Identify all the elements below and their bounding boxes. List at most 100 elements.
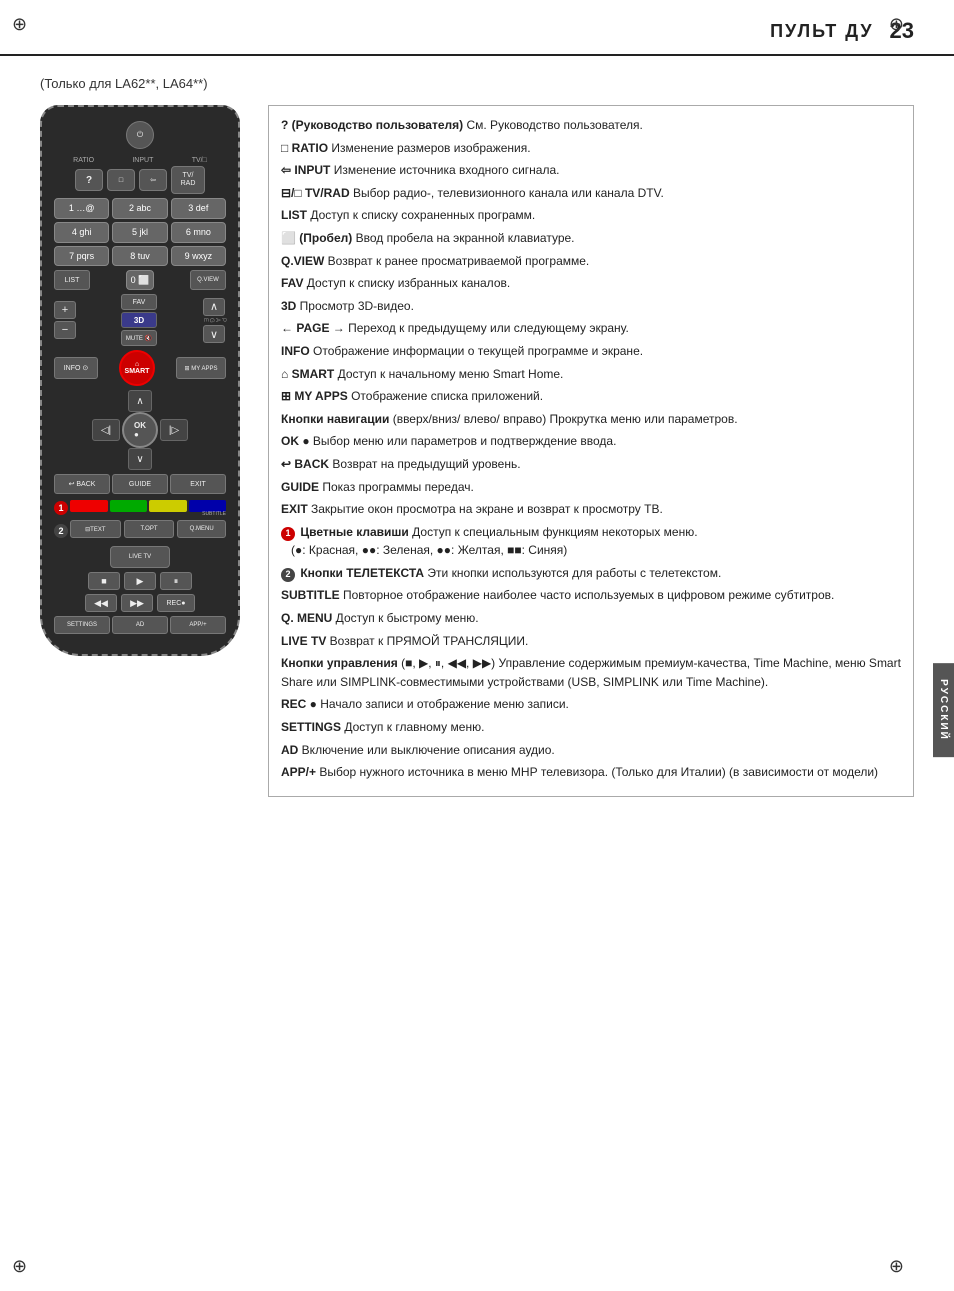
desc-bold-21: SUBTITLE — [281, 588, 340, 602]
desc-row-25: REC ● Начало записи и отображение меню з… — [281, 695, 901, 714]
num8-button[interactable]: 8 tuv — [112, 246, 167, 267]
desc-bold-5: LIST — [281, 208, 307, 222]
fav-3d-mute-group: FAV 3D MUTE 🔇 — [121, 294, 157, 346]
exit-button[interactable]: EXIT — [170, 474, 226, 494]
red-button[interactable] — [70, 500, 108, 512]
desc-row-14: Кнопки навигации (вверх/вниз/ влево/ впр… — [281, 410, 901, 429]
desc-bold-24: Кнопки управления — [281, 656, 398, 670]
prog-up-button[interactable]: ∧ — [203, 298, 225, 316]
prog-down-button[interactable]: ∨ — [203, 325, 225, 343]
guide-button[interactable]: GUIDE — [112, 474, 168, 494]
desc-row-9: 3D Просмотр 3D-видео. — [281, 297, 901, 316]
num4-button[interactable]: 4 ghi — [54, 222, 109, 243]
description-panel: ? (Руководство пользователя) См. Руковод… — [268, 105, 914, 797]
nav-left-button[interactable]: ◁| — [92, 419, 120, 441]
qview-button[interactable]: Q.VIEW — [190, 270, 226, 290]
num7-button[interactable]: 7 pqrs — [54, 246, 109, 267]
desc-bold-11: INFO — [281, 344, 310, 358]
num1-button[interactable]: 1 …@ — [54, 198, 109, 219]
num3-button[interactable]: 3 def — [171, 198, 226, 219]
num9-button[interactable]: 9 wxyz — [171, 246, 226, 267]
nav-up-button[interactable]: ∧ — [128, 390, 152, 412]
desc-bold-23: LIVE TV — [281, 634, 326, 648]
vol-down-button[interactable]: − — [54, 321, 76, 339]
main-content: (Только для LA62**, LA64**) ⏻ RATIO INPU… — [0, 66, 954, 817]
power-button[interactable]: ⏻ — [126, 121, 154, 149]
green-button[interactable] — [110, 500, 148, 512]
ad-button[interactable]: AD — [112, 616, 168, 634]
desc-row-1: ? (Руководство пользователя) См. Руковод… — [281, 116, 901, 135]
nav-middle-row: ◁| OK● |▷ — [92, 412, 188, 448]
desc-bold-22: Q. MENU — [281, 611, 332, 625]
nav-down-button[interactable]: ∨ — [128, 448, 152, 470]
badge-1: 1 — [54, 501, 68, 515]
ff-button[interactable]: ▶▶ — [121, 594, 153, 612]
yellow-button[interactable] — [149, 500, 187, 512]
desc-bold-12: ⌂ SMART — [281, 367, 334, 381]
input-button[interactable]: ⇦ — [139, 169, 167, 191]
livetv-row: LIVE TV — [54, 546, 226, 568]
desc-bold-18: EXIT — [281, 502, 308, 516]
num0-button[interactable]: 0 ⬜ — [126, 270, 154, 290]
nav-down-row: ∨ — [128, 448, 152, 470]
stop-button[interactable]: ■ — [88, 572, 120, 590]
desc-bold-3: ⇦ INPUT — [281, 163, 330, 177]
tv-rad-button[interactable]: TV/RAD — [171, 166, 205, 194]
3d-button[interactable]: 3D — [121, 312, 157, 328]
desc-bold-14: Кнопки навигации — [281, 412, 389, 426]
vol-up-button[interactable]: + — [54, 301, 76, 319]
desc-bold-26: SETTINGS — [281, 720, 341, 734]
remote-control: ⏻ RATIO INPUT TV/□ ? □ ⇦ TV/RAD — [40, 105, 240, 656]
desc-row-8: FAV Доступ к списку избранных каналов. — [281, 274, 901, 293]
desc-bold-9: 3D — [281, 299, 296, 313]
back-button[interactable]: ↩ BACK — [54, 474, 110, 494]
app-button[interactable]: APP/+ — [170, 616, 226, 634]
page-title: ПУЛЬТ ДУ — [770, 21, 873, 42]
ratio-button[interactable]: □ — [107, 169, 135, 191]
desc-row-27: AD Включение или выключение описания ауд… — [281, 741, 901, 760]
play-button[interactable]: ▶ — [124, 572, 156, 590]
nav-right-button[interactable]: |▷ — [160, 419, 188, 441]
desc-row-11: INFO Отображение информации о текущей пр… — [281, 342, 901, 361]
settings-button[interactable]: SETTINGS — [54, 616, 110, 634]
myapps-button[interactable]: ⊞ MY APPS — [176, 357, 226, 379]
tvrad-label: TV/□ — [192, 157, 207, 164]
num5-button[interactable]: 5 jkl — [112, 222, 167, 243]
rew-button[interactable]: ◀◀ — [85, 594, 117, 612]
q-button[interactable]: ? — [75, 169, 103, 191]
pause-button[interactable]: ⏸ — [160, 572, 192, 590]
desc-row-21: SUBTITLE Повторное отображение наиболее … — [281, 586, 901, 605]
desc-row-17: GUIDE Показ программы передач. — [281, 478, 901, 497]
prog-label: PAGE — [202, 318, 226, 324]
desc-bold-17: GUIDE — [281, 480, 319, 494]
desc-row-24: Кнопки управления (■, ▶, ⏸, ◀◀, ▶▶) Упра… — [281, 654, 901, 691]
desc-bold-6: ⬜ (Пробел) — [281, 231, 352, 245]
desc-bold-25: REC ● — [281, 697, 317, 711]
num6-button[interactable]: 6 mno — [171, 222, 226, 243]
text-button[interactable]: ⊟TEXT — [70, 520, 121, 538]
qmenu-button[interactable]: Q.MENU — [177, 520, 226, 538]
desc-row-20: 2 Кнопки ТЕЛЕТЕКСТА Эти кнопки использую… — [281, 564, 901, 583]
desc-bold-8: FAV — [281, 276, 303, 290]
list-zero-qview-row: LIST 0 ⬜ Q.VIEW — [54, 270, 226, 290]
topt-button[interactable]: T.OPT — [124, 520, 175, 538]
info-button[interactable]: INFO ⊙ — [54, 357, 98, 379]
desc-bold-7: Q.VIEW — [281, 254, 324, 268]
media-row2: ◀◀ ▶▶ REC● — [54, 594, 226, 612]
mute-button[interactable]: MUTE 🔇 — [121, 330, 157, 346]
prog-buttons: ∧ PAGE ∨ — [202, 298, 226, 344]
numpad: 1 …@ 2 abc 3 def 4 ghi 5 jkl 6 mno 7 pqr… — [54, 198, 226, 266]
nav-cluster: ∧ ◁| OK● |▷ ∨ — [54, 390, 226, 470]
desc-row-28: APP/+ Выбор нужного источника в меню МНР… — [281, 763, 901, 782]
desc-bold-2: □ RATIO — [281, 141, 328, 155]
desc-row-16: ↩ BACK Возврат на предыдущий уровень. — [281, 455, 901, 474]
ok-button[interactable]: OK● — [122, 412, 158, 448]
livetv-button[interactable]: LIVE TV — [110, 546, 170, 568]
num2-button[interactable]: 2 abc — [112, 198, 167, 219]
smart-button[interactable]: ⌂SMART — [119, 350, 155, 386]
remote-top: ⏻ — [54, 121, 226, 149]
fav-button[interactable]: FAV — [121, 294, 157, 310]
list-button[interactable]: LIST — [54, 270, 90, 290]
crosshair-bl: ⊕ — [12, 1256, 27, 1277]
rec-button[interactable]: REC● — [157, 594, 195, 612]
